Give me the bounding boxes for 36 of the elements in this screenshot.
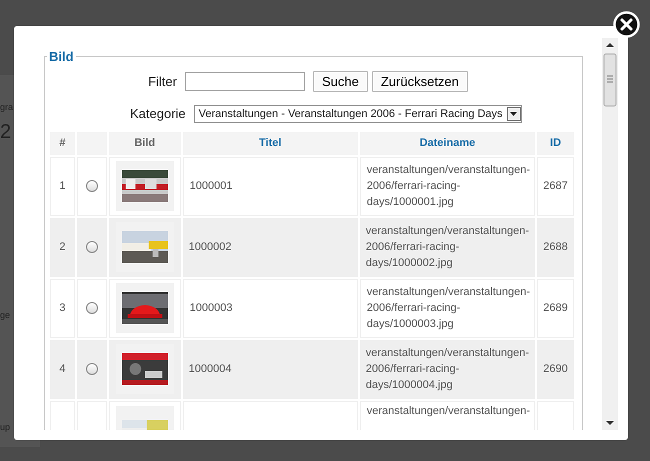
- id-cell: 2687: [543, 180, 568, 192]
- column-header[interactable]: Titel: [259, 136, 282, 149]
- radio-button[interactable]: [86, 302, 98, 314]
- row-number: 2: [59, 240, 66, 253]
- column-header[interactable]: ID: [550, 136, 562, 149]
- caret-icon: [510, 112, 518, 116]
- id-cell: 2688: [543, 240, 568, 253]
- row-number: 4: [59, 362, 66, 375]
- filter-field[interactable]: [184, 72, 305, 91]
- title-cell: 1000002: [188, 240, 232, 253]
- category-dropdown[interactable]: Veranstaltungen - Veranstaltungen 2006 - Ferrari Racing Days: [194, 104, 522, 123]
- filename-cell: veranstaltungen/veranstaltungen-: [366, 404, 530, 416]
- filter-label: Filter: [148, 72, 177, 91]
- title-cell: 1000004: [188, 362, 232, 375]
- filename-cell: veranstaltungen/veranstaltungen-2006/ferrari-racing-days/1000001.jpg: [366, 164, 530, 208]
- category-label: Kategorie: [130, 105, 186, 123]
- row-number: 1: [59, 180, 66, 192]
- radio-button[interactable]: [86, 180, 98, 192]
- title-cell: 1000003: [190, 302, 232, 314]
- close-button[interactable]: [613, 11, 640, 38]
- column-header: #: [59, 136, 66, 149]
- reset-button[interactable]: Zurücksetzen: [372, 71, 468, 92]
- id-cell: 2690: [543, 362, 568, 375]
- radio-button[interactable]: [86, 241, 98, 253]
- column-header: Bild: [134, 136, 156, 149]
- scrollbar[interactable]: [602, 38, 618, 430]
- id-cell: 2689: [543, 302, 568, 314]
- radio-button[interactable]: [86, 363, 98, 375]
- row-number: 3: [59, 302, 66, 314]
- column-header[interactable]: Dateiname: [420, 136, 476, 149]
- fieldset-legend: Bild: [47, 50, 76, 63]
- filename-cell: veranstaltungen/veranstaltungen-2006/ferrari-racing-days/1000004.jpg: [366, 347, 530, 391]
- filename-cell: veranstaltungen/veranstaltungen-2006/ferrari-racing-days/1000002.jpg: [366, 225, 530, 269]
- filename-cell: veranstaltungen/veranstaltungen-2006/ferrari-racing-days/1000003.jpg: [366, 286, 530, 330]
- title-cell: 1000001: [190, 180, 232, 192]
- search-button[interactable]: Suche: [312, 71, 368, 92]
